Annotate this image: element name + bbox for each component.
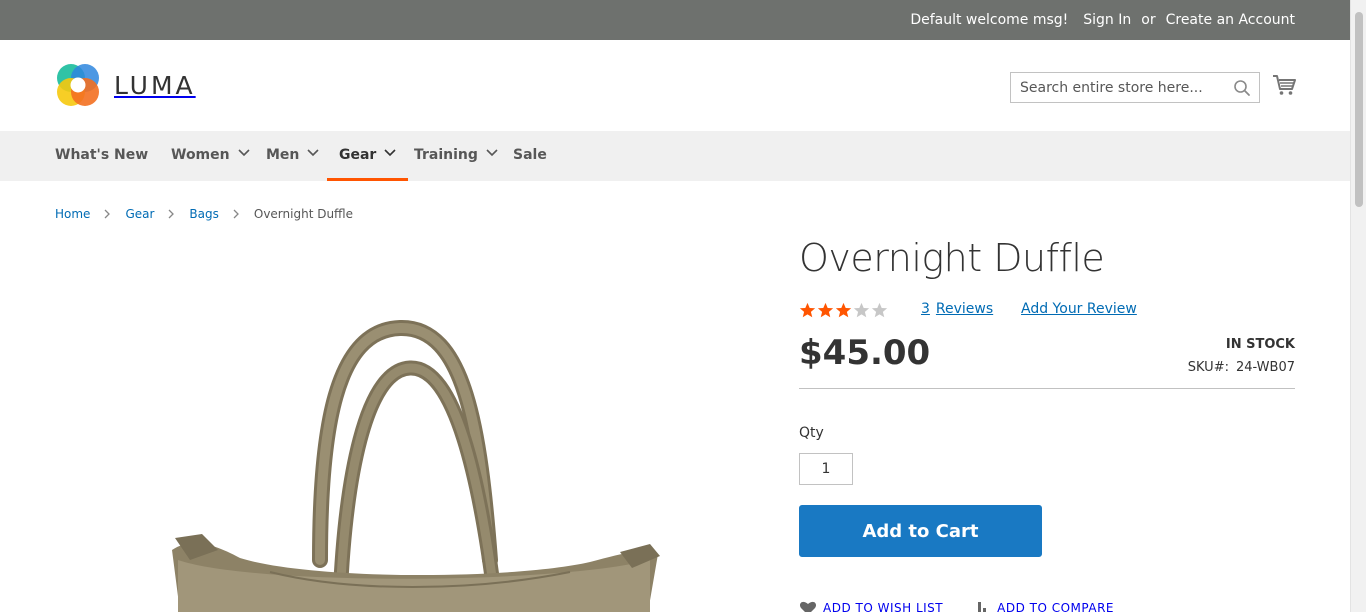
main-navigation: What's New Women Men Gear Training Sale bbox=[0, 131, 1350, 181]
chevron-down-icon bbox=[307, 149, 319, 157]
qty-input[interactable] bbox=[799, 453, 853, 485]
nav-item-men[interactable]: Men bbox=[266, 131, 319, 181]
nav-item-whats-new[interactable]: What's New bbox=[55, 131, 148, 181]
breadcrumb-gear[interactable]: Gear bbox=[125, 207, 154, 221]
nav-label: Women bbox=[171, 147, 230, 163]
chevron-down-icon bbox=[486, 149, 498, 157]
sku-value: 24-WB07 bbox=[1235, 360, 1295, 375]
compare-icon bbox=[978, 602, 987, 612]
qty-label: Qty bbox=[799, 425, 824, 441]
chevron-right-icon bbox=[233, 209, 240, 219]
panel-header: Default welcome msg! Sign In or Create a… bbox=[0, 0, 1350, 40]
nav-label: Gear bbox=[339, 147, 377, 163]
breadcrumb-bags[interactable]: Bags bbox=[189, 207, 218, 221]
scrollbar-thumb[interactable] bbox=[1355, 12, 1363, 207]
stock-status: IN STOCK bbox=[1225, 337, 1295, 352]
nav-item-training[interactable]: Training bbox=[414, 131, 498, 181]
chevron-right-icon bbox=[104, 209, 111, 219]
breadcrumb-current: Overnight Duffle bbox=[253, 207, 354, 221]
nav-label: What's New bbox=[55, 147, 149, 163]
create-account-link[interactable]: Create an Account bbox=[1166, 12, 1295, 28]
nav-label: Training bbox=[414, 147, 478, 163]
header-main: LUMA bbox=[0, 40, 1350, 131]
heart-icon bbox=[799, 601, 817, 612]
reviews-label: Reviews bbox=[935, 301, 994, 317]
compare-label: ADD TO COMPARE bbox=[997, 601, 1114, 612]
star-filled-icon bbox=[799, 302, 816, 318]
reviews-link[interactable]: 3 Reviews bbox=[921, 301, 993, 317]
product-image[interactable] bbox=[150, 310, 680, 612]
product-title: Overnight Duffle bbox=[799, 236, 1105, 280]
sku-label: SKU#: bbox=[1187, 360, 1229, 375]
add-to-wishlist-link[interactable]: ADD TO WISH LIST bbox=[799, 600, 943, 612]
add-to-cart-button[interactable]: Add to Cart bbox=[799, 505, 1042, 557]
welcome-message: Default welcome msg! bbox=[910, 12, 1069, 28]
sign-in-link[interactable]: Sign In bbox=[1083, 12, 1131, 28]
product-rating bbox=[799, 302, 889, 319]
rating-stars bbox=[799, 302, 889, 319]
search-box bbox=[1010, 72, 1260, 103]
vertical-scrollbar[interactable] bbox=[1350, 0, 1366, 612]
nav-label: Men bbox=[266, 147, 300, 163]
add-to-compare-link[interactable]: ADD TO COMPARE bbox=[977, 600, 1114, 612]
header-links: Default welcome msg! Sign In or Create a… bbox=[910, 0, 1295, 40]
star-empty-icon bbox=[871, 302, 888, 318]
star-filled-icon bbox=[835, 302, 852, 318]
chevron-down-icon bbox=[238, 149, 250, 157]
breadcrumb: Home Gear Bags Overnight Duffle bbox=[55, 205, 353, 223]
nav-item-women[interactable]: Women bbox=[171, 131, 250, 181]
search-icon[interactable] bbox=[1233, 79, 1251, 97]
search-input[interactable] bbox=[1011, 73, 1226, 102]
breadcrumb-home[interactable]: Home bbox=[55, 207, 90, 221]
nav-item-sale[interactable]: Sale bbox=[513, 131, 547, 181]
chevron-down-icon bbox=[384, 149, 396, 157]
star-empty-icon bbox=[853, 302, 870, 318]
chevron-right-icon bbox=[168, 209, 175, 219]
add-review-link[interactable]: Add Your Review bbox=[1021, 301, 1137, 317]
nav-label: Sale bbox=[513, 147, 547, 163]
product-price: $45.00 bbox=[799, 333, 931, 373]
divider bbox=[799, 388, 1295, 389]
nav-item-gear[interactable]: Gear bbox=[327, 131, 409, 181]
cart-icon[interactable] bbox=[1271, 72, 1297, 98]
wishlist-label: ADD TO WISH LIST bbox=[823, 601, 944, 612]
or-text: or bbox=[1141, 12, 1156, 28]
product-social-links: ADD TO WISH LIST ADD TO COMPARE bbox=[799, 600, 1148, 612]
product-sku: SKU#: 24-WB07 bbox=[1188, 360, 1295, 375]
logo-text: LUMA bbox=[114, 70, 196, 100]
review-count: 3 bbox=[921, 301, 930, 317]
luma-logo-icon bbox=[57, 64, 99, 106]
star-filled-icon bbox=[817, 302, 834, 318]
logo[interactable]: LUMA bbox=[55, 62, 196, 108]
